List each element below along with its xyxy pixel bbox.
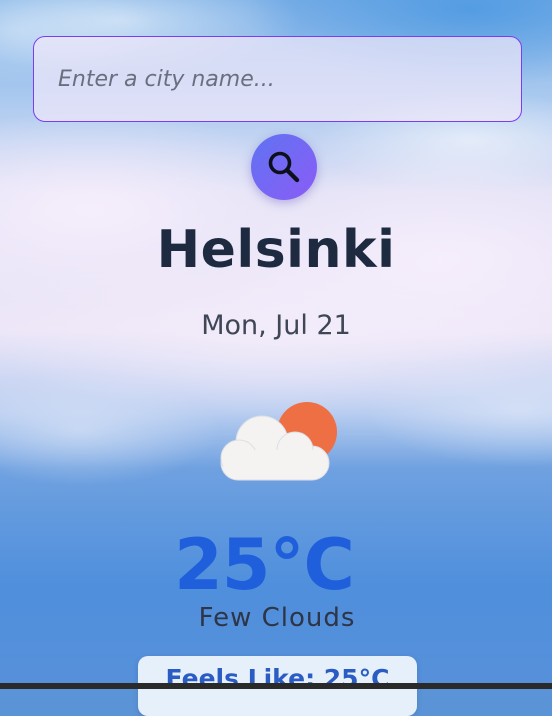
city-name: Helsinki bbox=[156, 220, 396, 280]
search-icon bbox=[268, 151, 300, 183]
window-bottom-edge bbox=[0, 683, 552, 689]
search-button[interactable] bbox=[251, 134, 317, 200]
temperature: 25°C bbox=[174, 524, 355, 606]
current-date: Mon, Jul 21 bbox=[201, 310, 351, 341]
city-search-input[interactable] bbox=[33, 36, 522, 122]
weather-condition: Few Clouds bbox=[198, 603, 356, 633]
few-clouds-icon bbox=[220, 402, 337, 481]
